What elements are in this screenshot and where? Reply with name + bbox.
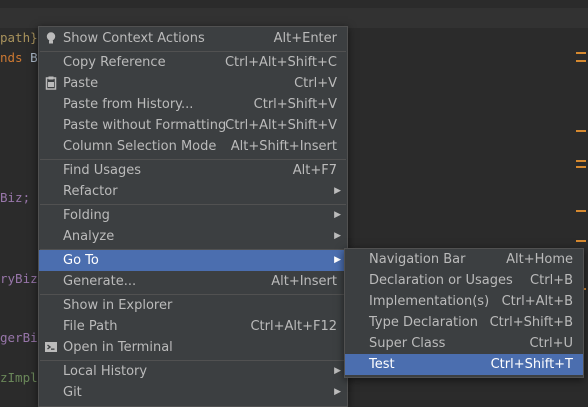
- menu-item-label: Find Usages: [63, 163, 142, 178]
- terminal-icon: [45, 342, 57, 352]
- menu-item-copy-reference[interactable]: Copy Reference Ctrl+Alt+Shift+C: [39, 52, 347, 73]
- go-to-submenu: Navigation Bar Alt+Home Declaration or U…: [344, 248, 584, 378]
- menu-item-go-to[interactable]: Go To ▶: [39, 250, 347, 271]
- error-stripe-mark[interactable]: [576, 60, 586, 62]
- menu-item-shortcut: Alt+Enter: [273, 31, 337, 46]
- menu-item-label: Navigation Bar: [369, 252, 466, 267]
- menu-item-open-in-terminal[interactable]: Open in Terminal: [39, 337, 347, 358]
- menu-item-label: Go To: [63, 253, 99, 268]
- clipboard-icon: [45, 76, 57, 90]
- menu-item-label: Show in Explorer: [63, 298, 173, 313]
- menu-item-column-selection-mode[interactable]: Column Selection Mode Alt+Shift+Insert: [39, 136, 347, 157]
- menu-item-shortcut: Ctrl+Alt+B: [501, 294, 573, 309]
- menu-item-git[interactable]: Git ▶: [39, 382, 347, 403]
- menu-item-show-context-actions[interactable]: Show Context Actions Alt+Enter: [39, 28, 347, 49]
- menu-item-label: Declaration or Usages: [369, 273, 513, 288]
- submenu-arrow-icon: ▶: [334, 387, 341, 397]
- submenu-arrow-icon: ▶: [334, 255, 341, 265]
- menu-item-shortcut: Ctrl+Shift+B: [489, 315, 573, 330]
- menu-item-label: Generate...: [63, 274, 137, 289]
- lightbulb-icon: [46, 32, 56, 44]
- menu-item-shortcut: Alt+Home: [506, 252, 573, 267]
- menu-item-shortcut: Ctrl+Shift+T: [490, 357, 573, 372]
- menu-item-local-history[interactable]: Local History ▶: [39, 361, 347, 382]
- menu-item-folding[interactable]: Folding ▶: [39, 205, 347, 226]
- menu-item-analyze[interactable]: Analyze ▶: [39, 226, 347, 247]
- error-stripe-mark[interactable]: [576, 130, 586, 132]
- menu-item-paste[interactable]: Paste Ctrl+V: [39, 73, 347, 94]
- menu-item-refactor[interactable]: Refactor ▶: [39, 181, 347, 202]
- menu-item-shortcut: Alt+Shift+Insert: [230, 139, 337, 154]
- menu-item-label: Column Selection Mode: [63, 139, 217, 154]
- submenu-item-navigation-bar[interactable]: Navigation Bar Alt+Home: [345, 249, 583, 270]
- menu-item-label: Git: [63, 385, 82, 400]
- error-stripe-mark[interactable]: [576, 240, 586, 242]
- menu-item-paste-from-history[interactable]: Paste from History... Ctrl+Shift+V: [39, 94, 347, 115]
- submenu-arrow-icon: ▶: [334, 366, 341, 376]
- code-line: Biz;: [0, 190, 31, 205]
- menu-item-file-path[interactable]: File Path Ctrl+Alt+F12: [39, 316, 347, 337]
- menu-item-label: Type Declaration: [369, 315, 478, 330]
- menu-item-shortcut: Alt+Insert: [271, 274, 337, 289]
- menu-item-label: Paste: [63, 76, 99, 91]
- menu-item-generate[interactable]: Generate... Alt+Insert: [39, 271, 347, 292]
- menu-item-show-in-explorer[interactable]: Show in Explorer: [39, 295, 347, 316]
- menu-item-label: Analyze: [63, 229, 115, 244]
- submenu-item-type-declaration[interactable]: Type Declaration Ctrl+Shift+B: [345, 312, 583, 333]
- menu-item-shortcut: Ctrl+Alt+Shift+C: [224, 55, 337, 70]
- menu-item-label: Show Context Actions: [63, 31, 205, 46]
- error-stripe-mark[interactable]: [576, 166, 586, 168]
- menu-item-label: Implementation(s): [369, 294, 490, 309]
- menu-item-label: Folding: [63, 208, 110, 223]
- submenu-item-super-class[interactable]: Super Class Ctrl+U: [345, 333, 583, 354]
- editor-top-bar: [0, 0, 588, 8]
- menu-item-shortcut: Ctrl+Alt+Shift+V: [225, 118, 337, 133]
- menu-item-shortcut: Ctrl+U: [529, 336, 573, 351]
- submenu-item-declaration-or-usages[interactable]: Declaration or Usages Ctrl+B: [345, 270, 583, 291]
- editor-context-menu: Show Context Actions Alt+Enter Copy Refe…: [38, 26, 348, 407]
- menu-item-shortcut: Ctrl+V: [294, 76, 337, 91]
- menu-item-label: Copy Reference: [63, 55, 166, 70]
- menu-item-shortcut: Alt+F7: [292, 163, 337, 178]
- menu-item-label: Paste from History...: [63, 97, 194, 112]
- menu-item-shortcut: Ctrl+B: [530, 273, 573, 288]
- submenu-arrow-icon: ▶: [334, 231, 341, 241]
- menu-item-label: Test: [369, 357, 395, 372]
- menu-item-shortcut: Ctrl+Shift+V: [253, 97, 337, 112]
- menu-item-shortcut: Ctrl+Alt+F12: [250, 319, 337, 334]
- menu-item-label: Open in Terminal: [63, 340, 173, 355]
- menu-item-label: File Path: [63, 319, 118, 334]
- menu-item-label: Refactor: [63, 184, 118, 199]
- submenu-arrow-icon: ▶: [334, 186, 341, 196]
- menu-item-find-usages[interactable]: Find Usages Alt+F7: [39, 160, 347, 181]
- menu-item-paste-without-formatting[interactable]: Paste without Formatting Ctrl+Alt+Shift+…: [39, 115, 347, 136]
- menu-item-label: Local History: [63, 364, 148, 379]
- menu-item-label: Paste without Formatting: [63, 118, 227, 133]
- error-stripe-mark[interactable]: [576, 52, 586, 54]
- error-stripe-mark[interactable]: [576, 210, 586, 212]
- submenu-item-test[interactable]: Test Ctrl+Shift+T: [345, 354, 583, 375]
- menu-item-label: Super Class: [369, 336, 446, 351]
- error-stripe-mark[interactable]: [576, 160, 586, 162]
- submenu-arrow-icon: ▶: [334, 210, 341, 220]
- submenu-item-implementations[interactable]: Implementation(s) Ctrl+Alt+B: [345, 291, 583, 312]
- current-line-highlight: [0, 8, 588, 28]
